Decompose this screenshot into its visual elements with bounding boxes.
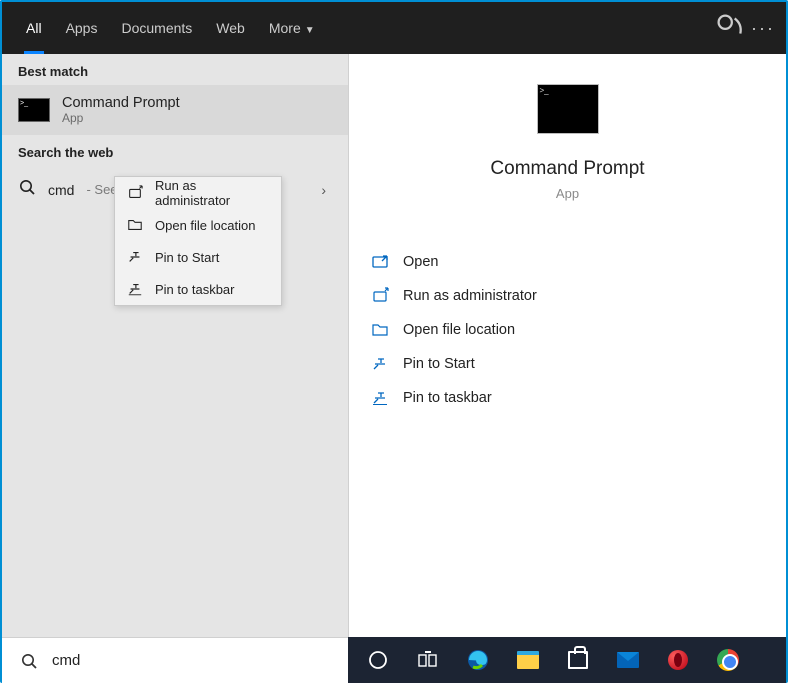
opera-icon <box>668 650 688 670</box>
context-menu: Run as administrator Open file location … <box>114 176 282 306</box>
mail-icon <box>617 652 639 668</box>
ctx-pin-to-taskbar[interactable]: Pin to taskbar <box>115 273 281 305</box>
explorer-button[interactable] <box>504 637 552 683</box>
preview-subtitle: App <box>556 186 579 201</box>
action-open[interactable]: Open <box>371 245 764 279</box>
open-icon <box>371 253 389 271</box>
task-view-button[interactable] <box>404 637 452 683</box>
search-icon <box>20 652 38 670</box>
ctx-item-label: Open file location <box>155 218 255 233</box>
search-web-label: Search the web <box>2 135 348 166</box>
pin-icon <box>371 355 389 373</box>
best-match-subtitle: App <box>62 111 180 125</box>
store-icon <box>568 651 588 669</box>
search-input[interactable] <box>52 652 336 669</box>
tab-more[interactable]: More▼ <box>257 2 327 54</box>
action-label: Open file location <box>403 322 515 338</box>
tab-apps[interactable]: Apps <box>54 2 110 54</box>
action-pin-to-start[interactable]: Pin to Start <box>371 347 764 381</box>
feedback-icon[interactable] <box>712 9 746 48</box>
action-label: Run as administrator <box>403 288 537 304</box>
action-label: Open <box>403 254 438 270</box>
ctx-item-label: Pin to Start <box>155 250 219 265</box>
preview-title: Command Prompt <box>490 158 644 180</box>
search-icon <box>18 178 36 201</box>
ctx-item-label: Pin to taskbar <box>155 282 235 297</box>
folder-icon <box>371 321 389 339</box>
admin-icon <box>371 287 389 305</box>
search-scope-tabs: All Apps Documents Web More▼ ··· <box>2 2 786 54</box>
command-prompt-icon: >_ <box>18 98 50 122</box>
pin-icon <box>371 389 389 407</box>
best-match-title: Command Prompt <box>62 95 180 111</box>
chrome-button[interactable] <box>704 637 752 683</box>
tab-web[interactable]: Web <box>204 2 257 54</box>
mail-button[interactable] <box>604 637 652 683</box>
cortana-button[interactable] <box>354 637 402 683</box>
explorer-icon <box>517 651 539 669</box>
tab-documents[interactable]: Documents <box>109 2 204 54</box>
ctx-item-label: Run as administrator <box>155 178 269 208</box>
command-prompt-icon: >_ <box>537 84 599 134</box>
web-query-text: cmd <box>48 182 74 198</box>
ctx-pin-to-start[interactable]: Pin to Start <box>115 241 281 273</box>
options-button[interactable]: ··· <box>746 18 780 39</box>
action-run-as-administrator[interactable]: Run as administrator <box>371 279 764 313</box>
action-label: Pin to Start <box>403 356 475 372</box>
opera-button[interactable] <box>654 637 702 683</box>
chrome-icon <box>717 649 739 671</box>
best-match-label: Best match <box>2 54 348 85</box>
tab-all[interactable]: All <box>14 2 54 54</box>
action-label: Pin to taskbar <box>403 390 492 406</box>
chevron-right-icon: › <box>321 182 326 198</box>
results-list: Best match >_ Command Prompt App Search … <box>2 54 348 637</box>
taskbar <box>348 637 786 683</box>
search-bar <box>2 637 348 683</box>
ctx-run-as-administrator[interactable]: Run as administrator <box>115 177 281 209</box>
action-open-file-location[interactable]: Open file location <box>371 313 764 347</box>
best-match-item[interactable]: >_ Command Prompt App <box>2 85 348 135</box>
edge-button[interactable] <box>454 637 502 683</box>
store-button[interactable] <box>554 637 602 683</box>
action-pin-to-taskbar[interactable]: Pin to taskbar <box>371 381 764 415</box>
preview-pane: >_ Command Prompt App Open Run as admini… <box>348 54 786 637</box>
chevron-down-icon: ▼ <box>305 25 315 36</box>
ctx-open-file-location[interactable]: Open file location <box>115 209 281 241</box>
